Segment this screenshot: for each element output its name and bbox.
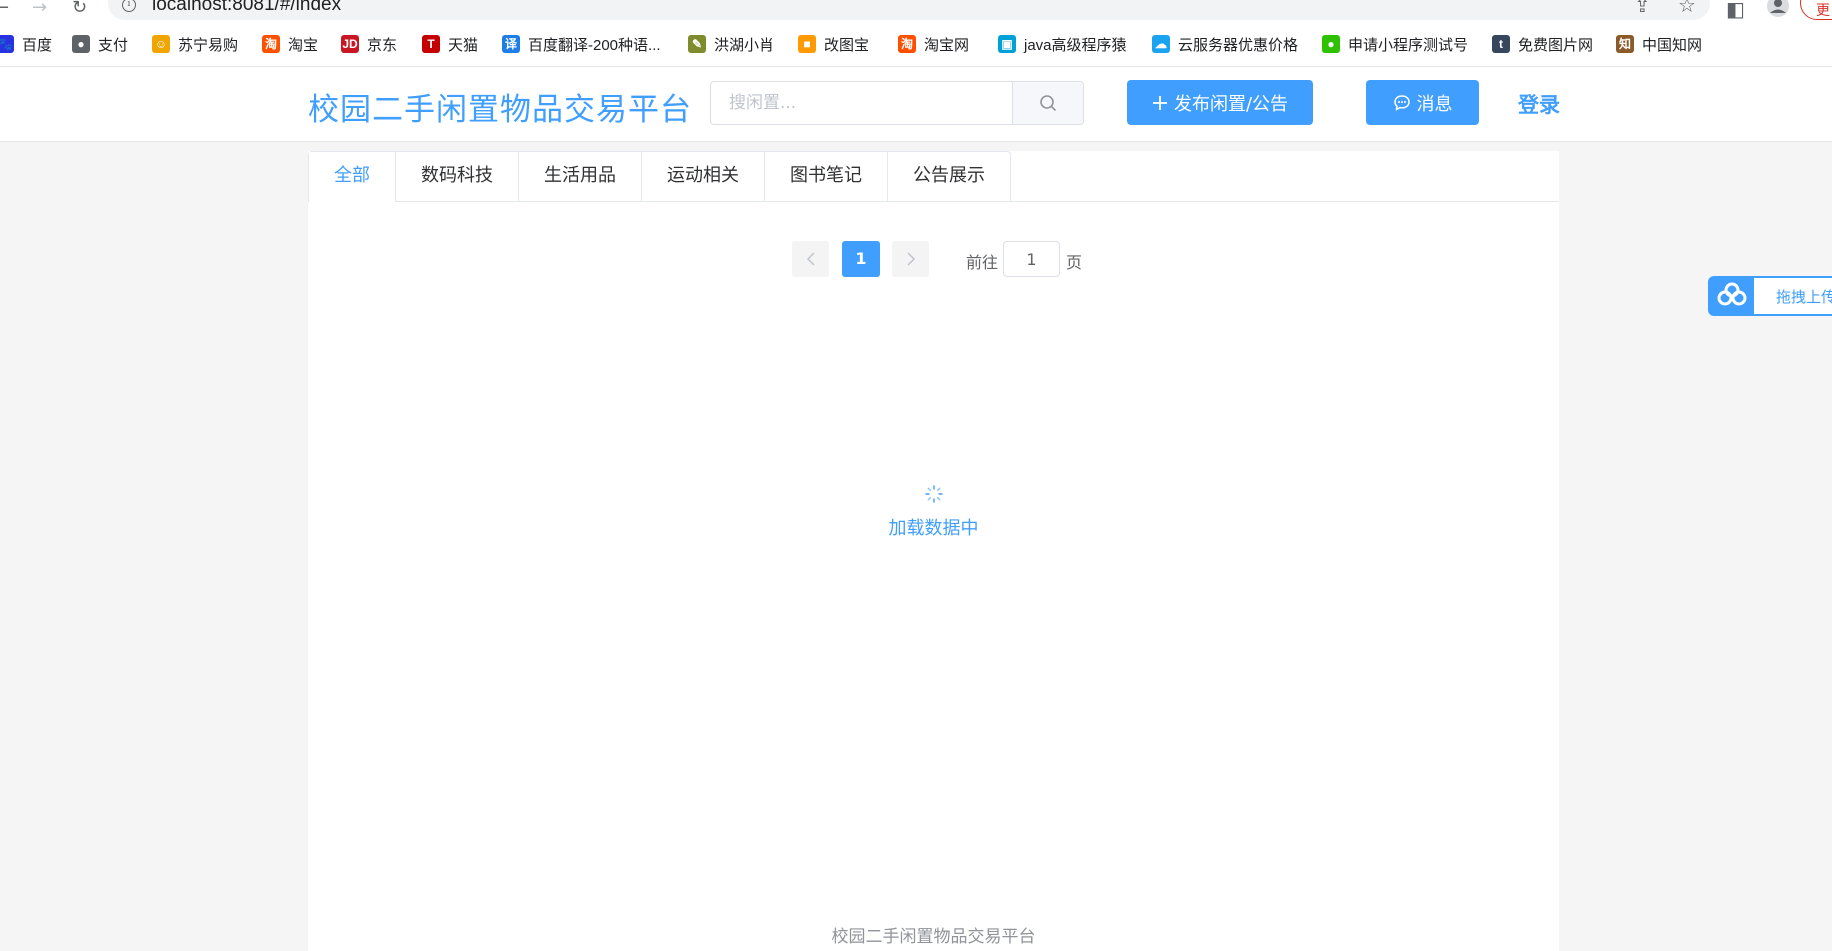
- side-panel-icon[interactable]: ◧: [1726, 0, 1745, 21]
- bookmark-label: 支付: [98, 36, 129, 54]
- publish-button[interactable]: 发布闲置/公告: [1127, 80, 1313, 125]
- goto-page-input[interactable]: [1003, 241, 1060, 277]
- drag-upload-widget[interactable]: 拖拽上传: [1708, 276, 1832, 316]
- baidu-netdisk-icon: [1710, 278, 1754, 314]
- search-button[interactable]: [1012, 82, 1083, 124]
- bookmark-label: 申请小程序测试号: [1348, 36, 1469, 54]
- messages-label: 消息: [1416, 93, 1453, 115]
- loading-text: 加载数据中: [888, 518, 979, 539]
- next-page-button[interactable]: [892, 241, 929, 277]
- page-suffix: 页: [1066, 253, 1083, 272]
- bookmark-item[interactable]: 知中国知网: [1616, 34, 1702, 54]
- bookmark-label: 改图宝: [824, 36, 870, 54]
- reload-icon[interactable]: ↻: [72, 0, 87, 18]
- site-info-icon[interactable]: i: [122, 0, 136, 12]
- address-bar[interactable]: i localhost:8081/#/index ⇪ ☆: [108, 0, 1710, 20]
- pagination: 1 前往 页: [308, 241, 1559, 277]
- login-link[interactable]: 登录: [1518, 89, 1560, 119]
- bookmark-item[interactable]: ● 申请小程序测试号: [1322, 34, 1468, 54]
- bilibili-icon: ▣: [998, 35, 1016, 53]
- bookmark-item[interactable]: JD 京东: [341, 34, 397, 54]
- tab-5[interactable]: 公告展示: [887, 152, 1010, 202]
- drag-upload-label: 拖拽上传: [1776, 288, 1832, 306]
- browser-toolbar: ← → ↻ i localhost:8081/#/index ⇪ ☆ ◧ 更: [0, 0, 1832, 22]
- forward-arrow-icon[interactable]: →: [32, 0, 47, 18]
- gaitubao-icon: ■: [798, 35, 816, 53]
- bookmark-item[interactable]: 淘淘宝: [262, 34, 318, 54]
- bookmark-label: 百度翻译-200种语...: [528, 36, 661, 54]
- goto-label: 前往: [966, 253, 999, 272]
- chat-bubble-icon: [1393, 94, 1410, 111]
- category-tabs: 全部 数码科技 生活用品 运动相关 图书笔记 公告展示: [308, 151, 1559, 203]
- page-number-1[interactable]: 1: [842, 241, 880, 277]
- bookmark-label: 免费图片网: [1518, 36, 1594, 54]
- globe-icon: ●: [72, 35, 90, 53]
- bookmark-item[interactable]: ✎ 洪湖小肖: [688, 34, 774, 54]
- share-icon[interactable]: ⇪: [1634, 0, 1651, 17]
- tab-strip: 全部 数码科技 生活用品 运动相关 图书笔记 公告展示: [308, 151, 1011, 203]
- bookmark-label: 洪湖小肖: [714, 36, 775, 54]
- bookmark-label: 百度: [22, 36, 53, 54]
- bookmark-item[interactable]: T 天猫: [422, 34, 478, 54]
- bookmark-star-icon[interactable]: ☆: [1678, 0, 1696, 17]
- bookmark-item[interactable]: 淘淘宝网: [898, 34, 969, 54]
- bookmark-item[interactable]: ■ 改图宝: [798, 34, 869, 54]
- taobao-icon: 淘: [898, 35, 916, 53]
- bookmark-item[interactable]: 译百度翻译-200种语...: [502, 34, 661, 54]
- address-url[interactable]: localhost:8081/#/index: [152, 0, 341, 16]
- tumblr-icon: t: [1492, 35, 1510, 53]
- tab-1[interactable]: 数码科技: [395, 152, 518, 202]
- search-icon: [1040, 95, 1056, 111]
- bookmark-item[interactable]: t 免费图片网: [1492, 34, 1593, 54]
- publish-label: 发布闲置/公告: [1173, 93, 1289, 115]
- bookmark-label: 中国知网: [1642, 36, 1703, 54]
- tab-3[interactable]: 运动相关: [641, 152, 764, 202]
- baidu-paw-icon: 🐾: [0, 35, 14, 53]
- cloud-icon: ☁: [1152, 35, 1170, 53]
- tab-4[interactable]: 图书笔记: [764, 152, 887, 202]
- bookmark-label: 云服务器优惠价格: [1178, 36, 1299, 54]
- prev-page-button[interactable]: [792, 241, 829, 277]
- wechat-icon: ●: [1322, 35, 1340, 53]
- bookmark-label: 京东: [367, 36, 398, 54]
- loading-indicator: 加载数据中: [308, 484, 1559, 540]
- cnki-icon: 知: [1616, 35, 1634, 53]
- bookmark-label: java高级程序猿: [1024, 36, 1127, 54]
- chevron-left-icon: [806, 252, 815, 266]
- update-label: 更: [1816, 3, 1830, 19]
- app-header: 校园二手闲置物品交易平台 发布闲置/公告 消息 登录: [0, 67, 1832, 142]
- loading-spinner-icon: [924, 485, 943, 503]
- taobao-icon: 淘: [262, 35, 280, 53]
- bookmark-label: 天猫: [448, 36, 479, 54]
- search-input[interactable]: [711, 82, 1047, 124]
- bookmark-label: 淘宝网: [924, 36, 970, 54]
- back-arrow-icon[interactable]: ←: [0, 0, 9, 18]
- bird-icon: ✎: [688, 35, 706, 53]
- tab-2[interactable]: 生活用品: [518, 152, 641, 202]
- messages-button[interactable]: 消息: [1366, 80, 1479, 125]
- chevron-right-icon: [906, 252, 915, 266]
- site-title[interactable]: 校园二手闲置物品交易平台: [308, 84, 692, 129]
- bookmark-label: 苏宁易购: [178, 36, 239, 54]
- bookmarks-bar: 🐾 百度 ● 支付 ☺ 苏宁易购淘淘宝 JD 京东 T 天猫译百度翻译-200种语... ✎ 洪湖小肖…: [0, 22, 1832, 67]
- translate-icon: 译: [502, 35, 520, 53]
- bookmark-item[interactable]: ● 支付: [72, 34, 128, 54]
- update-button[interactable]: 更: [1800, 0, 1832, 20]
- jd-icon: JD: [341, 35, 359, 53]
- bookmark-item[interactable]: ▣ java高级程序猿: [998, 34, 1127, 54]
- suning-lion-icon: ☺: [152, 35, 170, 53]
- bookmark-label: 淘宝: [288, 36, 319, 54]
- bookmark-item[interactable]: ☁ 云服务器优惠价格: [1152, 34, 1298, 54]
- plus-icon: [1152, 95, 1167, 110]
- profile-icon[interactable]: [1766, 0, 1790, 18]
- tab-0[interactable]: 全部: [309, 152, 395, 203]
- bookmark-item[interactable]: ☺ 苏宁易购: [152, 34, 238, 54]
- main-content: 全部数码科技生活用品运动相关图书笔记公告展示 1 前往 页 加载数据中: [308, 151, 1559, 951]
- bookmark-item[interactable]: 🐾 百度: [0, 34, 52, 54]
- tmall-icon: T: [422, 35, 440, 53]
- search-box: [710, 81, 1084, 125]
- footer-text: 校园二手闲置物品交易平台: [831, 927, 1036, 947]
